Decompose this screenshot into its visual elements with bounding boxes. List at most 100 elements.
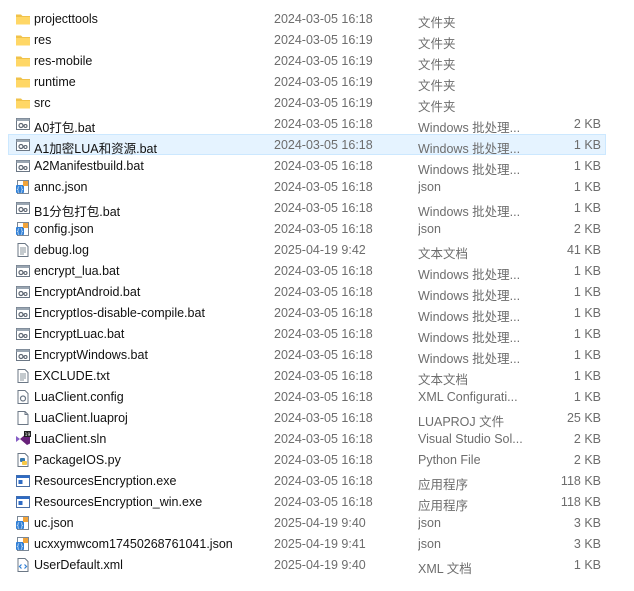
file-row[interactable]: {} uc.json 2025-04-19 9:40 json 3 KB (8, 512, 606, 533)
file-date-modified: 2025-04-19 9:40 (274, 558, 366, 572)
file-date-modified: 2024-03-05 16:18 (274, 390, 373, 404)
batch-file-icon (15, 347, 31, 363)
file-size: 2 KB (573, 117, 601, 131)
folder-icon (15, 95, 31, 111)
file-row[interactable]: {} annc.json 2024-03-05 16:18 json 1 KB (8, 176, 606, 197)
batch-file-icon (15, 116, 31, 132)
json-file-icon: {} (15, 536, 31, 552)
file-name: encrypt_lua.bat (34, 264, 120, 278)
file-type: Python File (418, 453, 481, 467)
file-row[interactable]: runtime 2024-03-05 16:19 文件夹 (8, 71, 606, 93)
file-row[interactable]: 19 LuaClient.sln 2024-03-05 16:18 Visual St… (8, 428, 606, 449)
file-row[interactable]: debug.log 2025-04-19 9:42 文本文档 41 KB (8, 239, 606, 261)
file-name: ucxxymwcom17450268761041.json (34, 537, 233, 551)
svg-text:{}: {} (16, 544, 24, 551)
file-size: 1 KB (573, 159, 601, 173)
svg-text:{}: {} (16, 229, 24, 236)
file-row[interactable]: ResourcesEncryption_win.exe 2024-03-05 16… (8, 491, 606, 513)
file-size: 118 KB (560, 495, 601, 509)
file-name: annc.json (34, 180, 88, 194)
file-date-modified: 2024-03-05 16:19 (274, 33, 373, 47)
file-type: json (418, 537, 441, 551)
file-name: debug.log (34, 243, 89, 257)
file-size: 118 KB (560, 474, 601, 488)
file-name: res-mobile (34, 54, 93, 68)
file-row[interactable]: src 2024-03-05 16:19 文件夹 (8, 92, 606, 114)
xml-file-icon (15, 557, 31, 573)
file-row[interactable]: LuaClient.luaproj 2024-03-05 16:18 LUAPROJ… (8, 407, 606, 429)
file-row[interactable]: A2Manifestbuild.bat 2024-03-05 16:18 Windo… (8, 155, 606, 177)
file-row[interactable]: EncryptIos-disable-compile.bat 2024-03-05… (8, 302, 606, 324)
file-row[interactable]: {} ucxxymwcom17450268761041.json 2025-04-1… (8, 533, 606, 554)
file-row[interactable]: A0打包.bat 2024-03-05 16:18 Windows 批处理... 2 … (8, 113, 606, 135)
file-size: 1 KB (573, 558, 601, 572)
file-type: json (418, 180, 441, 194)
file-date-modified: 2024-03-05 16:19 (274, 96, 373, 110)
file-row[interactable]: EXCLUDE.txt 2024-03-05 16:18 文本文档 1 KB (8, 365, 606, 387)
file-row[interactable]: EncryptAndroid.bat 2024-03-05 16:18 Window… (8, 281, 606, 303)
file-row[interactable]: EncryptLuac.bat 2024-03-05 16:18 Windows 批… (8, 323, 606, 345)
file-row[interactable]: ResourcesEncryption.exe 2024-03-05 16:18 应… (8, 470, 606, 492)
file-size: 1 KB (573, 327, 601, 341)
file-list: projecttools 2024-03-05 16:18 文件夹 res 2024-0… (0, 0, 634, 591)
file-size: 1 KB (573, 138, 601, 152)
file-size: 1 KB (573, 180, 601, 194)
file-name: EncryptIos-disable-compile.bat (34, 306, 205, 320)
file-name: ResourcesEncryption.exe (34, 474, 177, 488)
file-name: res (34, 33, 52, 47)
file-name: A2Manifestbuild.bat (34, 159, 144, 173)
file-type: Visual Studio Sol... (418, 432, 523, 446)
file-row[interactable]: A1加密LUA和资源.bat 2024-03-05 16:18 Windows 批处… (8, 134, 606, 156)
file-row[interactable]: {} config.json 2024-03-05 16:18 json 2 KB (8, 218, 606, 239)
file-name: projecttools (34, 12, 98, 26)
file-row[interactable]: res 2024-03-05 16:19 文件夹 (8, 29, 606, 51)
batch-file-icon (15, 284, 31, 300)
file-name: EXCLUDE.txt (34, 369, 110, 383)
file-date-modified: 2024-03-05 16:18 (274, 180, 373, 194)
file-type: json (418, 222, 441, 236)
file-date-modified: 2024-03-05 16:18 (274, 327, 373, 341)
file-row[interactable]: PackageIOS.py 2024-03-05 16:18 Python File… (8, 449, 606, 470)
file-row[interactable]: B1分包打包.bat 2024-03-05 16:18 Windows 批处理...… (8, 197, 606, 219)
file-size: 1 KB (573, 264, 601, 278)
json-file-icon: {} (15, 221, 31, 237)
file-size: 1 KB (573, 306, 601, 320)
file-name: runtime (34, 75, 76, 89)
exe-file-icon (15, 494, 31, 510)
file-row[interactable]: EncryptWindows.bat 2024-03-05 16:18 Window… (8, 344, 606, 366)
file-date-modified: 2024-03-05 16:18 (274, 453, 373, 467)
file-date-modified: 2024-03-05 16:19 (274, 75, 373, 89)
file-size: 2 KB (573, 222, 601, 236)
file-name: EncryptAndroid.bat (34, 285, 141, 299)
visual-studio-icon: 19 (15, 431, 31, 447)
file-row[interactable]: encrypt_lua.bat 2024-03-05 16:18 Windows 批… (8, 260, 606, 282)
file-size: 41 KB (566, 243, 601, 257)
batch-file-icon (15, 326, 31, 342)
file-type: XML Configurati... (418, 390, 518, 404)
exe-file-icon (15, 473, 31, 489)
file-size: 1 KB (573, 369, 601, 383)
file-date-modified: 2024-03-05 16:19 (274, 54, 373, 68)
file-size: 2 KB (573, 453, 601, 467)
file-row[interactable]: LuaClient.config 2024-03-05 16:18 XML Conf… (8, 386, 606, 407)
file-size: 1 KB (573, 285, 601, 299)
file-name: LuaClient.sln (34, 432, 107, 446)
folder-icon (15, 74, 31, 90)
file-type: XML 文档 (418, 562, 472, 576)
file-date-modified: 2024-03-05 16:18 (274, 159, 373, 173)
file-date-modified: 2024-03-05 16:18 (274, 348, 373, 362)
file-size: 3 KB (573, 537, 601, 551)
svg-text:{}: {} (16, 187, 24, 194)
folder-icon (15, 32, 31, 48)
file-row[interactable]: res-mobile 2024-03-05 16:19 文件夹 (8, 50, 606, 72)
file-name: uc.json (34, 516, 74, 530)
file-name: LuaClient.config (34, 390, 124, 404)
file-row[interactable]: UserDefault.xml 2025-04-19 9:40 XML 文档 1 KB (8, 554, 606, 576)
json-file-icon: {} (15, 515, 31, 531)
batch-file-icon (15, 137, 31, 153)
file-size: 2 KB (573, 432, 601, 446)
batch-file-icon (15, 200, 31, 216)
file-type: json (418, 516, 441, 530)
file-date-modified: 2024-03-05 16:18 (274, 474, 373, 488)
file-row[interactable]: projecttools 2024-03-05 16:18 文件夹 (8, 8, 606, 30)
